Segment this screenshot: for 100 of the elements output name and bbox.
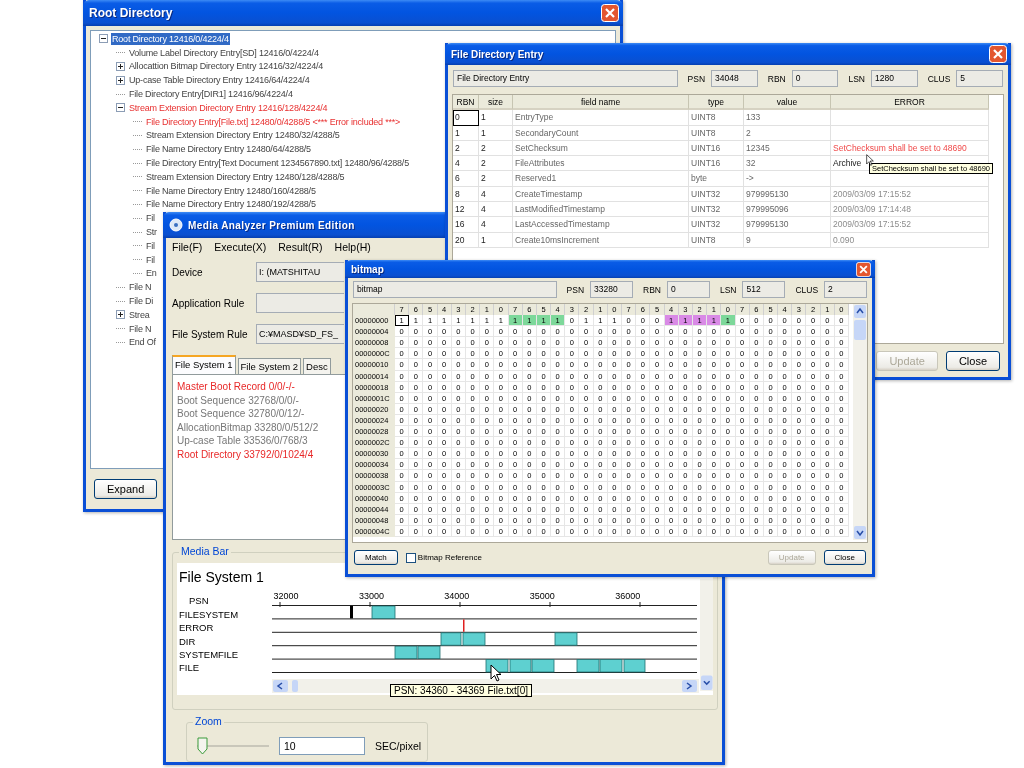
list-item[interactable]: Boot Sequence 32768/0/0/- [177,393,299,408]
dialog-button[interactable]: Close [945,351,1000,371]
menu-item[interactable]: Help(H) [334,241,371,255]
close-icon[interactable] [601,4,619,22]
tree-item[interactable]: End Of [128,336,157,349]
tree-item[interactable]: Fil [145,212,156,225]
tree-item[interactable]: File Directory Entry[Text Document 1234567890.txt] 12480/96/4288/5 [145,157,410,170]
table-cell: SetChecksum [513,140,689,157]
table-cell: 979995096 [744,202,831,218]
group-title: Zoom [193,714,224,727]
tree-item[interactable]: Str [145,226,158,239]
expand-button[interactable]: Expand [94,479,158,499]
table-cell: 1 [479,125,513,141]
table-cell: 1 [453,125,479,141]
slider-thumb[interactable] [197,736,208,755]
lane-label: FILE [179,661,201,675]
menu-item[interactable]: File(F) [172,241,203,255]
scrollbar[interactable] [699,576,713,693]
table-cell: 4 [479,202,513,218]
input-field[interactable] [256,293,344,314]
value-field: 2 [824,281,868,298]
lane-label: DIR [179,634,197,649]
scrollbar[interactable] [853,304,867,540]
field-label: RBN [643,284,661,295]
window-title: bitmap [351,263,384,275]
tree-item[interactable]: File Name Directory Entry 12480/192/4288/5 [145,198,317,211]
column-header[interactable]: field name [513,95,689,111]
expand-icon[interactable] [116,310,125,320]
tree-item[interactable]: Stream Extension Directory Entry 12416/128/4224/4 [128,101,329,114]
tab[interactable]: Desc [303,358,331,375]
menu-item[interactable]: Execute(X) [214,241,267,255]
tree-item[interactable]: Stream Extension Directory Entry 12480/32/4288/5 [145,129,341,142]
column-header[interactable]: type [689,95,744,111]
tree-item[interactable]: Volume Label Directory Entry[SD] 12416/0/4224/4 [128,46,320,59]
list-item[interactable]: Master Boot Record 0/0/-/- [177,380,295,394]
table-cell: 979995130 [744,186,831,203]
expand-icon[interactable] [116,75,125,85]
table-cell: UINT32 [689,202,744,218]
tree-item[interactable]: En [145,267,158,280]
tree-item[interactable]: Root Directory 12416/0/4224/4 [111,32,230,45]
column-header[interactable]: size [479,95,513,111]
table-cell: -> [744,171,831,187]
tree-item[interactable]: Fil [145,253,156,266]
tab[interactable]: File System 1 [172,355,236,375]
lane-label: PSN [188,593,210,608]
tab[interactable]: File System 2 [237,358,302,375]
tree-item[interactable]: File Name Directory Entry 12480/160/4288/5 [145,184,317,197]
tree-item[interactable]: File Directory Entry[DIR1] 12416/96/4224/4 [128,88,294,101]
list-item[interactable]: AllocationBitmap 33280/0/512/2 [177,420,319,435]
close-icon[interactable] [856,261,871,277]
table-cell: FileAttributes [513,156,689,172]
match-button[interactable]: Match [354,550,398,565]
unit-label: SEC/pixel [375,739,422,752]
collapse-icon[interactable] [116,103,125,113]
tree-item[interactable]: File N [128,322,153,335]
tree-item[interactable]: File Name Directory Entry 12480/64/4288/5 [145,143,312,156]
input-field[interactable]: C:¥MASD¥SD_FS_ [256,324,344,345]
table-cell: 8 [453,186,479,203]
input-field[interactable]: I: (MATSHITAU [256,262,344,283]
table-cell: 2 [453,140,479,157]
tree-item[interactable]: Fil [145,239,156,252]
tree-item[interactable]: Allocattion Bitmap Directory Entry 12416/32/4224/4 [128,60,325,73]
checkbox[interactable] [405,552,416,563]
heading: File System 1 [179,568,265,585]
table-cell: byte [689,171,744,187]
list-item[interactable]: Root Directory 33792/0/1024/4 [177,447,314,462]
dialog-button[interactable]: Close [823,550,866,565]
cursor-icon [490,664,502,682]
field-label: RBN [767,73,786,84]
list-item[interactable]: Boot Sequence 32780/0/12/- [177,407,305,421]
tree-item[interactable]: File Directory Entry[File.txt] 12480/0/4288/5 <*** Error included ***> [145,115,402,128]
axis-tick-label: 34000 [443,590,471,603]
collapse-icon[interactable] [99,34,108,44]
window-title: File Directory Entry [451,48,544,60]
column-header[interactable]: value [744,95,831,111]
table-cell: 4 [453,156,479,172]
field-label: Application Rule [172,297,246,309]
value-field: 5 [956,70,1004,87]
table-cell: 979995130 [744,217,831,233]
value-field: 512 [742,281,786,298]
input-field[interactable]: 10 [279,736,365,755]
tree-item[interactable]: Strea [128,308,151,321]
close-icon[interactable] [989,45,1007,63]
table-cell: UINT8 [689,110,744,126]
column-header[interactable]: ERROR [831,95,989,111]
table-cell: 6 [453,171,479,187]
cursor-icon [866,154,874,166]
table-cell: 2009/03/09 17:14:48 [831,202,989,218]
menu-item[interactable]: Result(R) [278,241,323,255]
tree-item[interactable]: File N [128,281,153,294]
expand-icon[interactable] [116,62,125,71]
column-header[interactable]: RBN [453,95,479,111]
name-field: bitmap [353,281,557,298]
tree-item[interactable]: File Di [128,295,155,308]
tree-item[interactable]: Up-case Table Directory Entry 12416/64/4224/4 [128,74,311,87]
table-cell: 1 [479,110,513,126]
table-cell: UINT8 [689,125,744,141]
list-item[interactable]: Up-case Table 33536/0/768/3 [177,434,308,448]
value-field: 33280 [590,281,634,298]
tree-item[interactable]: Stream Extension Directory Entry 12480/128/4288/5 [145,170,346,183]
